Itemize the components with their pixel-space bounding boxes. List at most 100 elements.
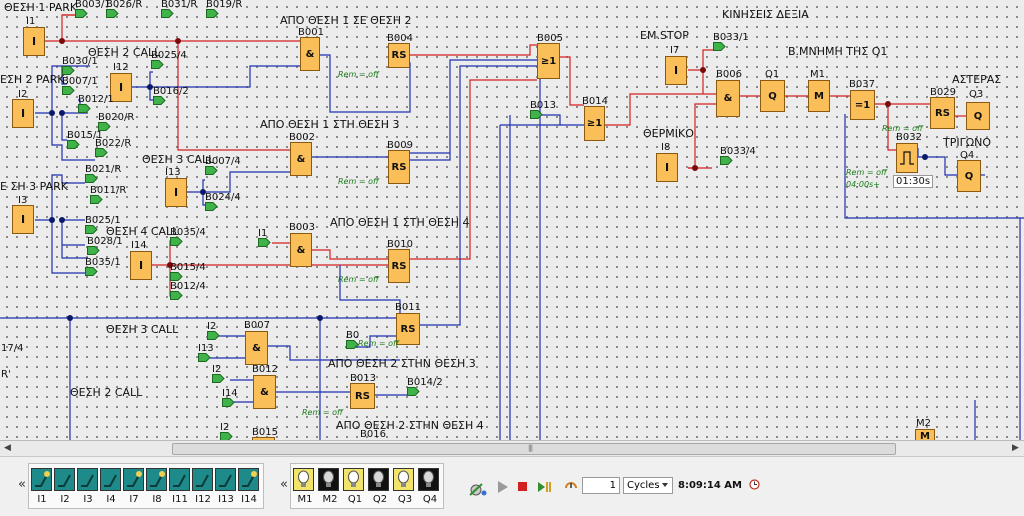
or-block-b005[interactable]: ≥1	[537, 43, 560, 79]
connector-flag-icon[interactable]	[205, 166, 218, 175]
block-label: M2	[916, 418, 931, 429]
output-lamp-m2	[318, 468, 339, 491]
input-switch-i14[interactable]	[238, 468, 259, 491]
output-lamp-label: Q3	[397, 494, 413, 505]
block-label: Q4	[960, 150, 975, 161]
connector-flag-icon[interactable]	[220, 432, 233, 440]
connector-flag-icon[interactable]	[85, 174, 98, 183]
output-lamp-label: Q1	[347, 494, 363, 505]
and-block-b001[interactable]: &	[300, 37, 320, 71]
scrollbar-thumb[interactable]	[172, 443, 896, 455]
connector-flag-icon[interactable]	[170, 291, 183, 300]
connector-flag-icon[interactable]	[530, 110, 543, 119]
rs-block-b013[interactable]: RS	[350, 383, 375, 409]
stop-icon[interactable]	[517, 479, 529, 495]
input-switch-i11[interactable]	[169, 468, 190, 491]
input-block-i2[interactable]: I	[12, 99, 34, 128]
connector-flag-icon[interactable]	[720, 156, 733, 165]
connector-flag-icon[interactable]	[206, 9, 219, 18]
connector-flag-icon[interactable]	[67, 140, 80, 149]
xor-block-b037[interactable]: =1	[850, 90, 875, 120]
rs-block-b009[interactable]: RS	[388, 150, 410, 184]
play-icon[interactable]	[496, 479, 510, 495]
input-block-i1[interactable]: I	[23, 27, 45, 56]
connector-flag-icon[interactable]	[205, 202, 218, 211]
connector-flag-icon[interactable]	[346, 340, 359, 349]
connector-flag-icon[interactable]	[170, 237, 183, 246]
cycles-unit-select[interactable]: Cycles	[623, 477, 673, 494]
title-pos2-to-pos3: ΑΠΟ ΘΕΣΗ 2 ΣΤΗΝ ΘΕΣΗ 3	[328, 357, 476, 370]
rs-block-b004[interactable]: RS	[388, 43, 410, 68]
connector-flag-icon[interactable]	[75, 9, 88, 18]
connector-flag-icon[interactable]	[161, 9, 174, 18]
connector-flag-icon[interactable]	[222, 398, 235, 407]
input-switch-i1[interactable]	[31, 468, 52, 491]
connector-flag-icon[interactable]	[87, 246, 100, 255]
title-pos1-to-pos3: ΑΠΟ ΘΕΣΗ 1 ΣΤΗ ΘΕΣΗ 3	[260, 118, 400, 131]
input-block-i3[interactable]: I	[12, 205, 34, 234]
input-switch-i4[interactable]	[100, 468, 121, 491]
input-switch-i13[interactable]	[215, 468, 236, 491]
connector-flag-icon[interactable]	[151, 60, 164, 69]
input-switch-i3[interactable]	[77, 468, 98, 491]
switch-icon	[196, 474, 209, 487]
connector-flag-icon[interactable]	[713, 42, 726, 51]
title-pos2-call-2: ΘΕΣΗ 2 CALL	[70, 386, 143, 399]
connector-flag-icon[interactable]	[85, 225, 98, 234]
cycles-count-input[interactable]	[582, 477, 620, 494]
step-icon[interactable]	[537, 479, 553, 495]
lamp-icon	[398, 470, 409, 487]
input-switch-i7[interactable]	[123, 468, 144, 491]
title-pos1-to-pos4: ΑΠΟ ΘΕΣΗ 1 ΣΤΗ ΘΕΣΗ 4	[330, 216, 470, 229]
connector-flag-icon[interactable]	[153, 96, 166, 105]
circuit-canvas[interactable]: ΑΠΟ ΘΕΣΗ 1 ΣΕ ΘΕΣΗ 2 ΑΠΟ ΘΕΣΗ 1 ΣΤΗ ΘΕΣΗ…	[0, 0, 1024, 440]
connector-flag-icon[interactable]	[95, 148, 108, 157]
connector-flag-icon[interactable]	[78, 104, 91, 113]
and-block-b012[interactable]: &	[253, 375, 276, 409]
connector-flag-icon[interactable]	[62, 86, 75, 95]
rs-block-b029[interactable]: RS	[930, 97, 955, 129]
scroll-right-icon[interactable]: ▶	[1012, 443, 1019, 453]
connector-flag-icon[interactable]	[62, 66, 75, 75]
cycle-run-icon[interactable]	[563, 479, 579, 495]
connector-flag-icon[interactable]	[85, 267, 98, 276]
marker-block-m2[interactable]: M	[915, 429, 935, 440]
io-status-icon[interactable]	[467, 479, 489, 499]
connector-flag-icon[interactable]	[106, 9, 119, 18]
input-block-i14[interactable]: I	[130, 251, 152, 280]
and-block-b003[interactable]: &	[290, 233, 312, 267]
output-block-q3[interactable]: Q	[966, 102, 990, 130]
collapse-inputs-icon[interactable]: «	[18, 477, 26, 492]
title-pos2-to-pos4: ΑΠΟ ΘΕΣΗ 2 ΣΤΗΝ ΘΕΣΗ 4	[336, 419, 484, 432]
title-pos3-call: ΘΕΣΗ 3 CALL	[142, 153, 215, 166]
and-block-b007[interactable]: &	[245, 331, 268, 365]
horizontal-scrollbar[interactable]: ◀ ||| ▶	[0, 440, 1024, 456]
connector-flag-icon[interactable]	[407, 387, 420, 396]
input-switch-i12[interactable]	[192, 468, 213, 491]
timer-block-b032[interactable]	[896, 143, 918, 173]
input-block-i13[interactable]: I	[165, 178, 187, 207]
rs-block-b011[interactable]: RS	[396, 313, 420, 345]
input-switch-i8[interactable]	[146, 468, 167, 491]
collapse-outputs-icon[interactable]: «	[280, 477, 288, 492]
and-block-b006[interactable]: &	[716, 80, 740, 117]
connector-flag-icon[interactable]	[170, 272, 183, 281]
block-label: B011	[395, 302, 421, 313]
connector-flag-icon[interactable]	[90, 195, 103, 204]
rs-block-b010[interactable]: RS	[388, 249, 410, 283]
output-block-q4[interactable]: Q	[957, 160, 981, 192]
input-block-i8[interactable]: I	[656, 153, 678, 182]
connector-flag-icon[interactable]	[258, 238, 271, 247]
or-block-b014[interactable]: ≥1	[584, 106, 605, 141]
input-switch-i2[interactable]	[54, 468, 75, 491]
marker-block-m1[interactable]: M	[808, 80, 830, 112]
and-block-b002[interactable]: &	[290, 142, 312, 176]
input-block-i7[interactable]: I	[665, 56, 687, 85]
scroll-left-icon[interactable]: ◀	[4, 443, 11, 453]
output-lamp-q2	[368, 468, 389, 491]
connector-flag-icon[interactable]	[207, 331, 220, 340]
clock-icon[interactable]	[749, 479, 761, 490]
output-block-q1[interactable]: Q	[760, 80, 785, 112]
connector-flag-icon[interactable]	[212, 374, 225, 383]
connector-flag-icon[interactable]	[198, 353, 211, 362]
